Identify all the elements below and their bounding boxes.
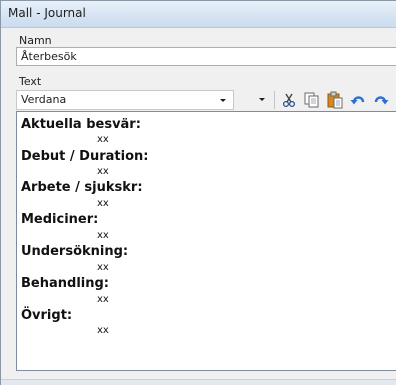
journal-template-window: Mall - Journal Namn Återbesök Text Verda… xyxy=(0,0,396,385)
toolbar-separator xyxy=(274,91,275,109)
chevron-down-icon xyxy=(220,99,226,102)
section-value-mediciner: xx xyxy=(97,230,109,241)
paste-button[interactable] xyxy=(325,90,345,110)
redo-button[interactable] xyxy=(371,90,391,110)
section-heading-behandling: Behandling: xyxy=(21,276,109,291)
section-value-aktuella-besvar: xx xyxy=(97,134,109,145)
cut-icon xyxy=(282,93,296,108)
name-label: Namn xyxy=(19,34,52,47)
journal-text-editor[interactable]: Aktuella besvär: xx Debut / Duration: xx… xyxy=(16,111,396,371)
window-title: Mall - Journal xyxy=(8,6,86,20)
section-heading-undersokning: Undersökning: xyxy=(21,244,129,259)
name-field[interactable]: Återbesök xyxy=(16,47,396,66)
section-heading-ovrigt: Övrigt: xyxy=(21,308,73,323)
cut-button[interactable] xyxy=(279,90,299,110)
paste-icon xyxy=(327,91,343,109)
redo-icon xyxy=(374,96,389,105)
section-value-ovrigt: xx xyxy=(97,325,109,336)
chevron-down-icon xyxy=(259,98,265,101)
section-value-behandling: xx xyxy=(97,294,109,305)
undo-button[interactable] xyxy=(348,90,368,110)
text-label: Text xyxy=(19,75,42,88)
font-size-dropdown[interactable] xyxy=(236,90,272,110)
section-value-arbete-sjukskr: xx xyxy=(97,198,109,209)
font-family-value: Verdana xyxy=(21,93,67,106)
section-value-undersokning: xx xyxy=(97,262,109,273)
section-heading-arbete-sjukskr: Arbete / sjukskr: xyxy=(21,180,143,195)
section-heading-aktuella-besvar: Aktuella besvär: xyxy=(21,117,141,132)
title-bar[interactable]: Mall - Journal xyxy=(1,1,396,28)
undo-icon xyxy=(350,96,365,105)
copy-button[interactable] xyxy=(301,90,321,110)
section-heading-mediciner: Mediciner: xyxy=(21,212,99,227)
copy-icon xyxy=(304,92,319,108)
section-value-debut-duration: xx xyxy=(97,166,109,177)
name-value[interactable]: Återbesök xyxy=(21,50,77,63)
section-heading-debut-duration: Debut / Duration: xyxy=(21,149,149,164)
status-bar xyxy=(1,379,396,385)
font-family-dropdown[interactable]: Verdana xyxy=(16,90,234,110)
